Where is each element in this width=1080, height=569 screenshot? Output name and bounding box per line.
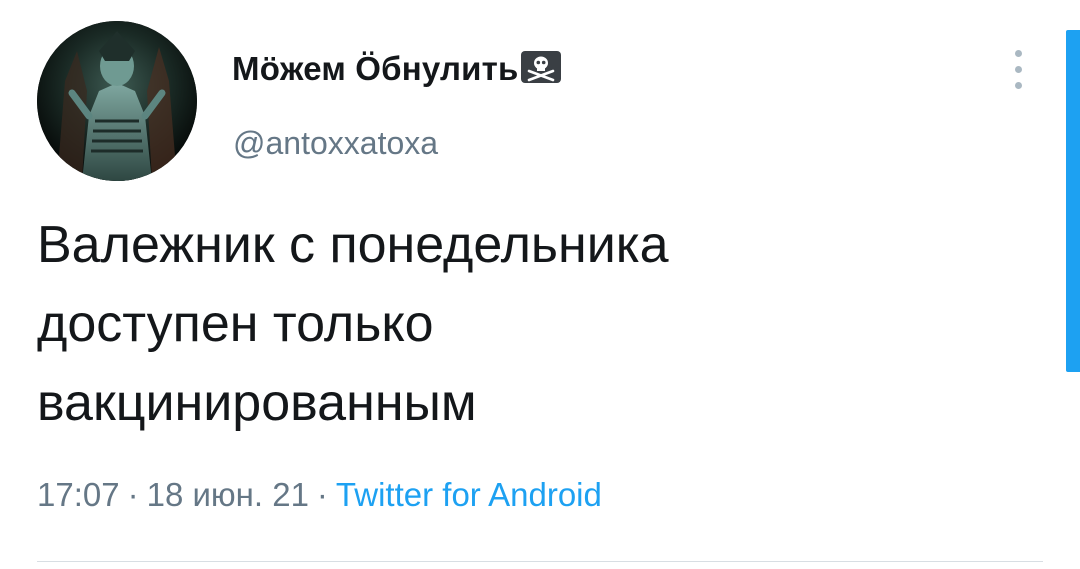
more-options-dot-icon <box>1015 50 1022 57</box>
skull-and-crossbones-icon <box>520 51 561 83</box>
meta-separator: · <box>127 476 139 513</box>
tweet-date: 18 июн. 21 <box>146 476 309 513</box>
meta-separator: · <box>316 476 328 513</box>
more-options-button[interactable] <box>1006 48 1030 92</box>
more-options-dot-icon <box>1015 82 1022 89</box>
avatar[interactable] <box>37 21 197 181</box>
tweet-meta: 17:07 · 18 июн. 21 · Twitter for Android <box>37 476 602 514</box>
more-options-dot-icon <box>1015 66 1022 73</box>
divider <box>37 561 1043 562</box>
tweet-source-link[interactable]: Twitter for Android <box>336 476 602 513</box>
display-name-text: Мӧжем Ӧбнулить <box>232 50 519 87</box>
author-display-name[interactable]: Мӧжем Ӧбнулить <box>232 50 561 88</box>
author-handle[interactable]: @antoxxatoxa <box>233 125 438 162</box>
scrollbar[interactable] <box>1066 30 1080 372</box>
avatar-image <box>37 21 197 181</box>
tweet-text: Валежник с понедельника доступен только … <box>37 216 669 432</box>
tweet-time: 17:07 <box>37 476 120 513</box>
